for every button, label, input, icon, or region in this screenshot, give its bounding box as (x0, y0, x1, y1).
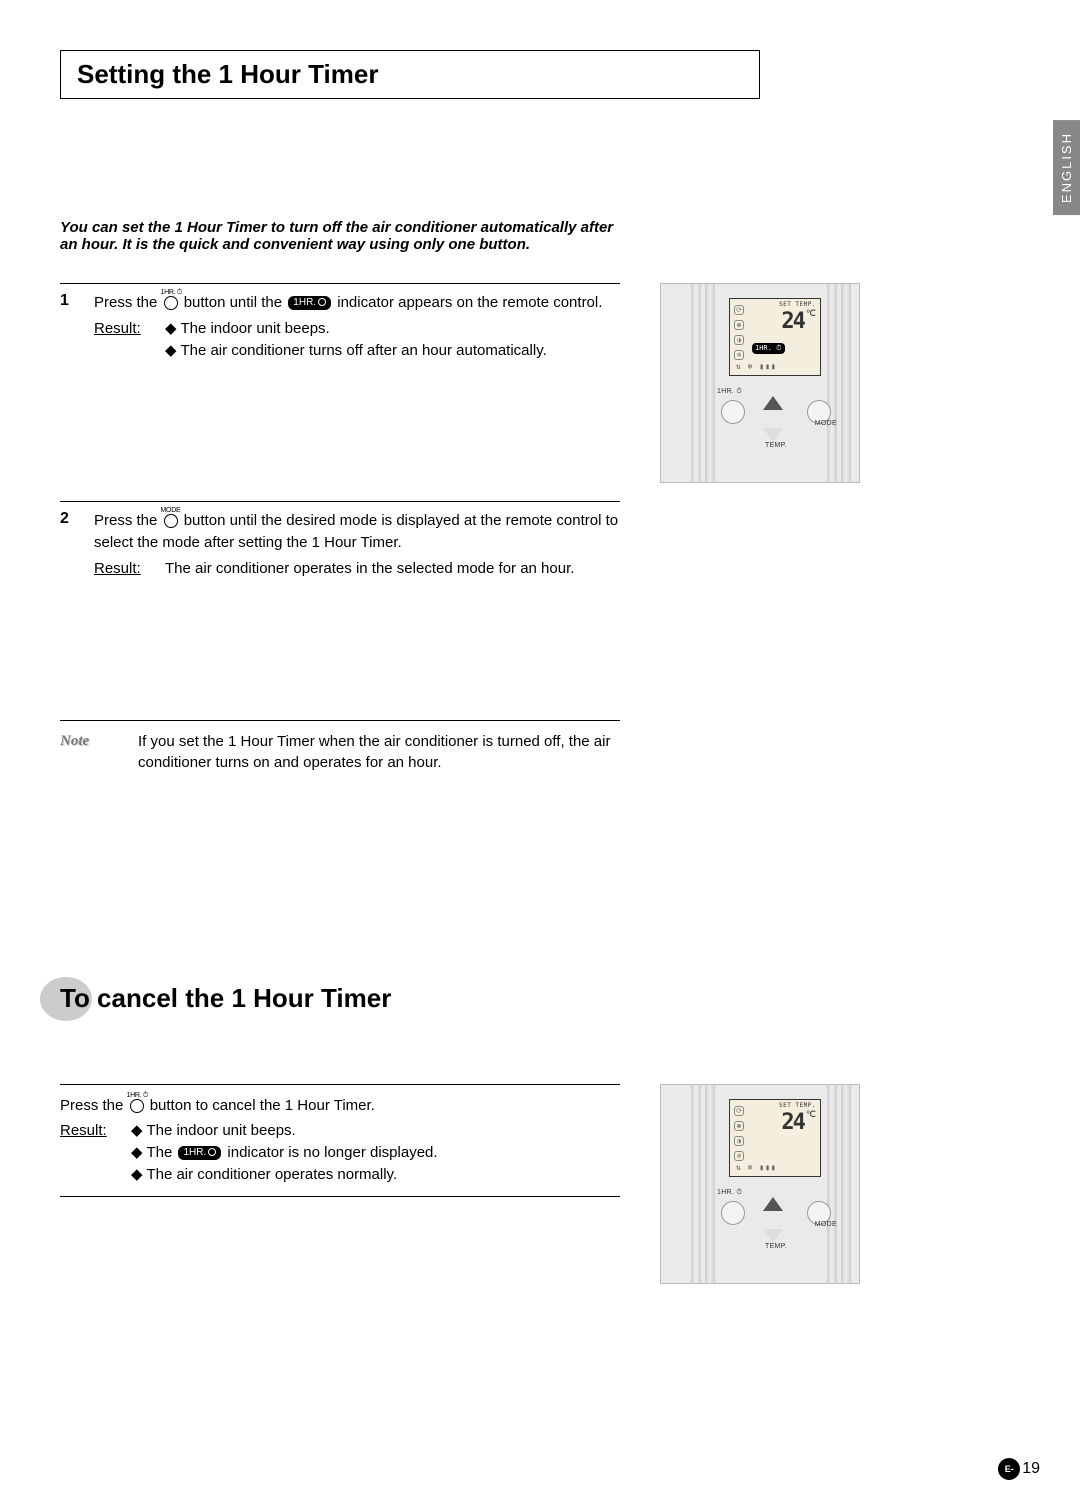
button-label: MODE (161, 506, 181, 516)
result-label: Result: (94, 558, 149, 580)
fan-icons: ⇅ ❄ ▮▮▮ (736, 1163, 777, 1172)
page-number: E- 19 (998, 1458, 1040, 1480)
badge-text: 1HR. (183, 1147, 206, 1158)
temp-display: 24℃ (781, 1110, 814, 1135)
language-tab: ENGLISH (1053, 120, 1080, 215)
button-label: 1HR. ⏱ (127, 1091, 149, 1101)
text-fragment: button to cancel the 1 Hour Timer. (150, 1097, 375, 1114)
step-number: 1 (60, 292, 78, 361)
text-fragment: Press the (94, 294, 162, 311)
fan-icons: ⇅ ❄ ▮▮▮ (736, 362, 777, 371)
temp-display: 24℃ (781, 309, 814, 334)
hr-indicator-badge: 1HR. (288, 296, 331, 310)
intro-text: You can set the 1 Hour Timer to turn off… (60, 219, 620, 253)
temp-down-arrow (763, 428, 783, 442)
step-1: 1 Press the 1HR. ⏱ button until the 1HR.… (60, 283, 620, 361)
step-number: 2 (60, 510, 78, 579)
hr-button (721, 400, 745, 424)
temp-unit: ℃ (806, 1110, 814, 1120)
text-fragment: indicator is no longer displayed. (223, 1144, 437, 1161)
remote-illustration-cancel: SET TEMP. 24℃ ⟳✽◑❄ ⇅ ❄ ▮▮▮ 1HR. ⏱ MODE T… (660, 1084, 860, 1284)
step1-text: Press the 1HR. ⏱ button until the 1HR. i… (94, 294, 602, 311)
mode-icons: ⟳✽◑❄ (734, 1106, 744, 1161)
clock-icon (208, 1148, 216, 1156)
note-block: Note If you set the 1 Hour Timer when th… (60, 720, 620, 773)
timer-button-icon: 1HR. ⏱ (130, 1099, 144, 1113)
hr-badge-on-lcd: 1HR. ⏱ (752, 343, 785, 354)
bullet: The 1HR. indicator is no longer displaye… (131, 1142, 620, 1164)
remote-lcd: SET TEMP. 24℃ ⟳✽◑❄ ⇅ ❄ ▮▮▮ (729, 1099, 821, 1177)
hr-button-label: 1HR. ⏱ (717, 1189, 742, 1197)
temp-up-arrow (763, 1197, 783, 1211)
clock-icon (318, 298, 326, 306)
page-title: Setting the 1 Hour Timer (77, 59, 743, 90)
rule (60, 1196, 620, 1197)
text-fragment: indicator appears on the remote control. (337, 294, 602, 311)
bullet: The indoor unit beeps. (165, 318, 620, 340)
step2-text: Press the MODE button until the desired … (94, 512, 618, 551)
temp-button-label: TEMP. (765, 1243, 787, 1250)
result-bullets: The indoor unit beeps. The air condition… (165, 318, 620, 362)
step-2: 2 Press the MODE button until the desire… (60, 501, 620, 579)
result-label: Result: (94, 318, 149, 362)
mode-button-icon: MODE (164, 514, 178, 528)
bullet: The indoor unit beeps. (131, 1120, 620, 1142)
text-fragment: The (146, 1144, 176, 1161)
hr-button-label: 1HR. ⏱ (717, 388, 742, 396)
bullet: The air conditioner turns off after an h… (165, 340, 620, 362)
result-bullets: The indoor unit beeps. The 1HR. indicato… (131, 1120, 620, 1185)
temp-down-arrow (763, 1229, 783, 1243)
bullet: The air conditioner operates normally. (131, 1164, 620, 1186)
note-text: If you set the 1 Hour Timer when the air… (138, 731, 620, 773)
temp-unit: ℃ (806, 309, 814, 319)
text-fragment: Press the (60, 1097, 128, 1114)
mode-icons: ⟳✽◑❄ (734, 305, 744, 360)
button-label: 1HR. ⏱ (161, 288, 183, 298)
mode-button-label: MODE (815, 420, 837, 427)
mode-button-label: MODE (815, 1221, 837, 1228)
cancel-text: Press the 1HR. ⏱ button to cancel the 1 … (60, 1097, 375, 1114)
title-box: Setting the 1 Hour Timer (60, 50, 760, 99)
badge-text: 1HR. (293, 297, 316, 308)
remote-illustration-set: SET TEMP. 24℃ ⟳✽◑❄ 1HR. ⏱ ⇅ ❄ ▮▮▮ 1HR. ⏱… (660, 283, 860, 483)
remote-lcd: SET TEMP. 24℃ ⟳✽◑❄ 1HR. ⏱ ⇅ ❄ ▮▮▮ (729, 298, 821, 376)
temp-value: 24 (781, 309, 804, 334)
cancel-block: Press the 1HR. ⏱ button to cancel the 1 … (60, 1084, 620, 1186)
temp-value: 24 (781, 1110, 804, 1135)
result-label: Result: (60, 1120, 115, 1185)
result-text: The air conditioner operates in the sele… (165, 558, 620, 580)
note-label: Note (60, 731, 110, 773)
hr-button (721, 1201, 745, 1225)
page-prefix: E- (998, 1458, 1020, 1480)
page-num-value: 19 (1022, 1460, 1040, 1478)
temp-up-arrow (763, 396, 783, 410)
temp-button-label: TEMP. (765, 442, 787, 449)
timer-button-icon: 1HR. ⏱ (164, 296, 178, 310)
cancel-section-title: To cancel the 1 Hour Timer (60, 983, 1020, 1014)
text-fragment: Press the (94, 512, 162, 529)
hr-indicator-badge: 1HR. (178, 1146, 221, 1160)
text-fragment: button until the (184, 294, 287, 311)
